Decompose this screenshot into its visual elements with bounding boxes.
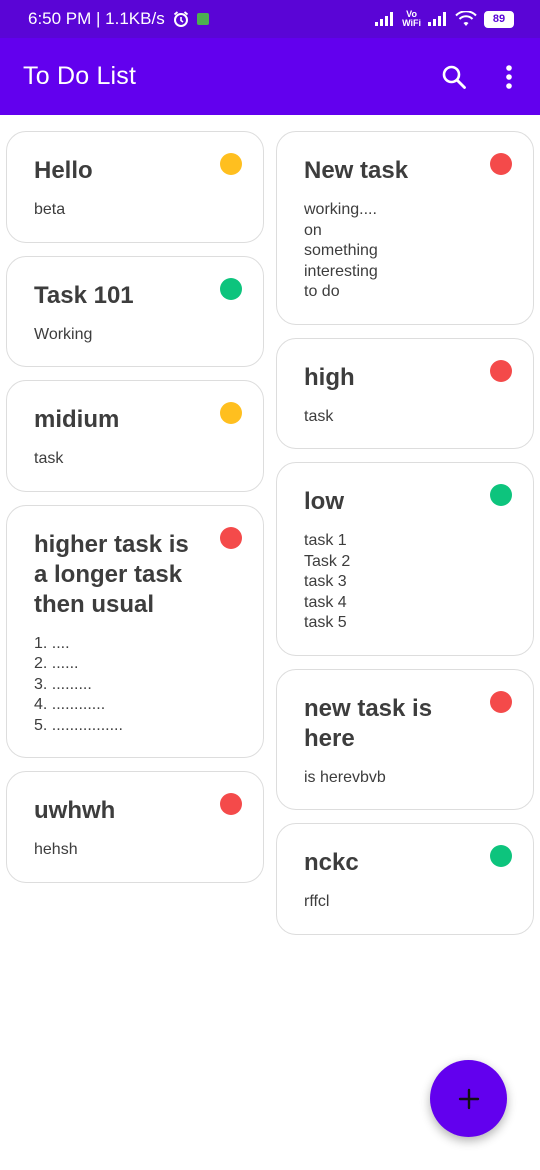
status-right: Vo WiFi 89 — [375, 10, 514, 28]
priority-dot — [490, 484, 512, 506]
note-card[interactable]: low task 1 Task 2 task 3 task 4 task 5 — [276, 462, 534, 656]
note-body: Working — [34, 325, 93, 343]
alarm-icon — [172, 10, 190, 28]
priority-dot — [220, 526, 242, 549]
note-title: New task — [304, 157, 409, 184]
status-bar: 6:50 PM | 1.1KB/s Vo WiFi 89 — [0, 0, 540, 38]
add-note-button[interactable] — [430, 1060, 507, 1137]
vowifi-indicator: Vo WiFi — [402, 10, 421, 28]
note-card[interactable]: higher task is a longer task then usual … — [6, 504, 264, 758]
note-card[interactable]: Task 101 Working — [6, 255, 264, 367]
priority-dot — [490, 359, 512, 382]
note-title: Hello — [34, 157, 93, 184]
note-title: nckc — [304, 849, 359, 876]
note-card[interactable]: Hello beta — [6, 131, 264, 243]
note-body: rffcl — [304, 893, 330, 910]
note-body: task — [304, 407, 334, 425]
more-vert-icon — [506, 64, 512, 89]
priority-dot — [490, 845, 512, 867]
note-body: working.... on something interesting to … — [304, 201, 378, 300]
status-time-speed: 6:50 PM | 1.1KB/s — [28, 9, 165, 28]
notification-app-icon — [196, 13, 209, 25]
note-title: midium — [34, 406, 120, 433]
battery-indicator: 89 — [484, 10, 514, 28]
cell-signal-2-icon — [428, 12, 448, 26]
note-title: high — [304, 363, 355, 391]
note-body: task — [34, 450, 64, 467]
note-body: hehsh — [34, 841, 78, 858]
note-body: is herevbvb — [304, 768, 386, 786]
priority-dot — [490, 690, 512, 713]
notes-column-left: Hello beta Task 101 Working midium task … — [6, 131, 264, 896]
app-title: To Do List — [23, 62, 137, 90]
cell-signal-icon — [375, 12, 395, 26]
note-title: new task is here — [304, 694, 433, 752]
add-icon — [458, 1088, 479, 1109]
priority-dot — [220, 277, 242, 300]
priority-dot — [490, 153, 512, 175]
note-card[interactable]: high task — [276, 337, 534, 449]
vowifi-bottom: WiFi — [402, 18, 421, 28]
priority-dot — [220, 793, 242, 815]
notes-column-right: New task working.... on something intere… — [276, 131, 534, 948]
note-title: Task 101 — [34, 281, 134, 309]
priority-dot — [220, 402, 242, 424]
note-body: beta — [34, 201, 66, 218]
priority-dot — [220, 153, 242, 175]
note-title: uwhwh — [34, 797, 116, 824]
more-options-button[interactable] — [482, 49, 536, 105]
note-card[interactable]: midium task — [6, 380, 264, 492]
note-body: 1. .... 2. ...... 3. ......... 4. ......… — [34, 634, 123, 734]
search-icon — [442, 65, 466, 89]
search-button[interactable] — [426, 49, 482, 105]
note-card[interactable]: new task is here is herevbvb — [276, 668, 534, 810]
note-title: higher task is a longer task then usual — [34, 530, 189, 618]
note-body: task 1 Task 2 task 3 task 4 task 5 — [304, 532, 351, 631]
note-title: low — [304, 488, 344, 515]
note-card[interactable]: nckc rffcl — [276, 823, 534, 935]
note-card[interactable]: New task working.... on something intere… — [276, 131, 534, 325]
note-card[interactable]: uwhwh hehsh — [6, 771, 264, 883]
status-left: 6:50 PM | 1.1KB/s — [28, 9, 209, 29]
app-bar: To Do List — [0, 38, 540, 115]
wifi-icon — [455, 11, 477, 27]
